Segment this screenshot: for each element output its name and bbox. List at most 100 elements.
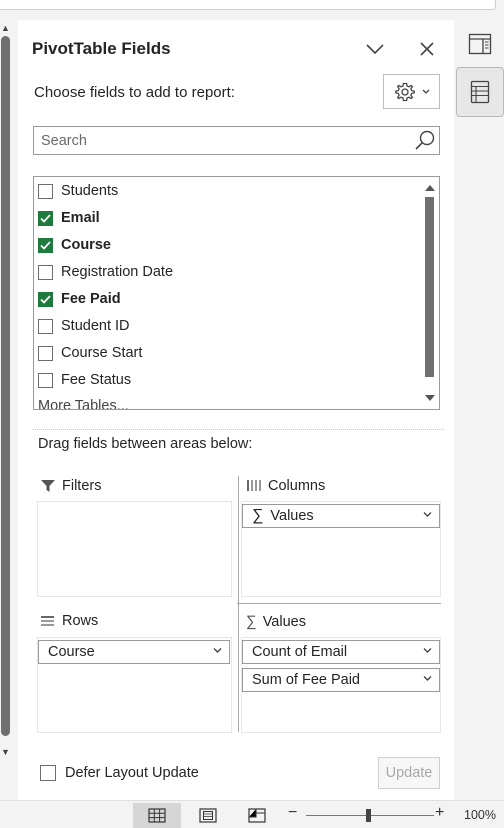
field-label: Fee Paid xyxy=(61,291,121,307)
columns-values-pill[interactable]: ∑ Values xyxy=(242,504,440,528)
field-checkbox[interactable] xyxy=(38,183,53,199)
field-list-icon xyxy=(470,80,490,104)
field-course-start[interactable]: Course Start xyxy=(38,342,418,364)
normal-view-button[interactable] xyxy=(133,803,181,828)
values-area-label: ∑ Values xyxy=(246,613,306,630)
sheet-vertical-scrollbar[interactable]: ▲ ▼ xyxy=(0,20,14,800)
scroll-down-arrow-icon[interactable] xyxy=(423,391,437,405)
rail-panel-button[interactable] xyxy=(466,30,494,58)
areas-horizontal-splitter[interactable] xyxy=(237,603,441,604)
field-fee-paid[interactable]: Fee Paid xyxy=(38,288,418,310)
filters-label: Filters xyxy=(62,478,102,494)
zoom-level[interactable]: 100% xyxy=(464,808,496,822)
pill-label: Sum of Fee Paid xyxy=(252,672,360,688)
field-checkbox[interactable] xyxy=(38,237,53,253)
field-checkbox[interactable] xyxy=(38,345,53,361)
field-students[interactable]: Students xyxy=(38,180,418,202)
pill-label: Course xyxy=(48,644,95,660)
field-label: Course xyxy=(61,237,111,253)
pivottable-fields-pane: PivotTable Fields Choose fields to add t… xyxy=(18,20,454,800)
zoom-in-button[interactable]: + xyxy=(435,804,444,822)
sigma-icon: ∑ xyxy=(252,507,264,524)
field-checkbox[interactable] xyxy=(38,318,53,334)
columns-area-label: Columns xyxy=(246,478,325,494)
rows-label: Rows xyxy=(62,613,99,629)
drag-fields-label: Drag fields between areas below: xyxy=(38,436,253,452)
search-box[interactable] xyxy=(33,126,440,155)
close-icon xyxy=(420,42,434,56)
field-label: Students xyxy=(61,183,119,199)
field-email[interactable]: Email xyxy=(38,207,418,229)
field-label: Fee Status xyxy=(61,372,132,388)
pane-title: PivotTable Fields xyxy=(32,39,171,58)
update-button[interactable]: Update xyxy=(378,757,440,789)
scrollbar-thumb[interactable] xyxy=(425,197,434,377)
field-checkbox[interactable] xyxy=(38,264,53,280)
pane-close-button[interactable] xyxy=(414,36,440,62)
top-strip xyxy=(0,0,504,20)
chevron-down-icon xyxy=(423,648,432,653)
zoom-slider-thumb[interactable] xyxy=(366,809,371,822)
chevron-down-icon xyxy=(213,648,222,653)
field-student-id[interactable]: Student ID xyxy=(38,315,418,337)
search-icon[interactable] xyxy=(413,129,437,153)
rail-field-list-button[interactable] xyxy=(456,67,504,117)
checkmark-icon xyxy=(40,213,51,223)
field-list-settings-button[interactable] xyxy=(383,74,440,109)
field-registration-date[interactable]: Registration Date xyxy=(38,261,418,283)
pane-options-button[interactable] xyxy=(362,36,388,62)
page-layout-icon xyxy=(199,808,217,823)
rows-course-pill[interactable]: Course xyxy=(38,640,230,664)
field-label: Registration Date xyxy=(61,264,174,280)
scroll-up-arrow-icon[interactable]: ▲ xyxy=(0,22,11,34)
columns-label: Columns xyxy=(268,478,326,494)
checkmark-icon xyxy=(40,240,51,250)
scroll-up-arrow-icon[interactable] xyxy=(423,181,437,195)
more-tables-link[interactable]: More Tables... xyxy=(38,398,129,409)
page-break-icon xyxy=(248,808,266,823)
task-pane-rail xyxy=(454,20,504,800)
scrollbar-thumb[interactable] xyxy=(1,36,10,736)
sigma-icon: ∑ xyxy=(246,613,257,630)
choose-fields-label: Choose fields to add to report: xyxy=(34,84,235,101)
gear-icon xyxy=(394,82,415,101)
chevron-down-icon xyxy=(423,512,432,517)
rows-icon xyxy=(41,616,54,626)
panel-layout-icon xyxy=(468,33,492,55)
field-checkbox[interactable] xyxy=(38,291,53,307)
section-divider xyxy=(33,429,444,430)
field-label: Course Start xyxy=(61,345,143,361)
pill-label: Values xyxy=(270,508,314,524)
filters-drop-area[interactable] xyxy=(37,501,232,597)
defer-layout-update-label[interactable]: Defer Layout Update xyxy=(65,765,199,781)
areas-vertical-splitter[interactable] xyxy=(238,476,239,732)
rows-area-label: Rows xyxy=(40,613,98,629)
filters-area-label: Filters xyxy=(40,478,101,494)
grid-icon xyxy=(148,808,166,823)
page-layout-view-button[interactable] xyxy=(184,803,232,828)
field-fee-status[interactable]: Fee Status xyxy=(38,369,418,391)
field-list-scrollbar[interactable] xyxy=(423,179,437,407)
checkmark-icon xyxy=(40,294,51,304)
field-label: Email xyxy=(61,210,100,226)
pill-label: Count of Email xyxy=(252,644,348,660)
field-checkbox[interactable] xyxy=(38,372,53,388)
values-count-of-email-pill[interactable]: Count of Email xyxy=(242,640,440,664)
defer-layout-update-checkbox[interactable] xyxy=(40,765,56,781)
filter-icon xyxy=(41,480,55,492)
chevron-down-icon xyxy=(422,89,429,94)
chevron-down-icon xyxy=(423,676,432,681)
zoom-out-button[interactable]: − xyxy=(288,804,297,822)
page-break-preview-button[interactable] xyxy=(233,803,281,828)
chevron-down-icon xyxy=(366,44,384,55)
field-checkbox[interactable] xyxy=(38,210,53,226)
field-label: Student ID xyxy=(61,318,130,334)
values-sum-of-fee-paid-pill[interactable]: Sum of Fee Paid xyxy=(242,668,440,692)
scroll-down-arrow-icon[interactable]: ▼ xyxy=(0,746,11,758)
search-input[interactable] xyxy=(34,127,410,154)
values-label: Values xyxy=(262,613,306,630)
field-list: Students Email Course Registration Date … xyxy=(33,176,440,410)
status-bar: − + 100% xyxy=(0,800,504,828)
columns-icon xyxy=(247,480,261,491)
field-course[interactable]: Course xyxy=(38,234,418,256)
